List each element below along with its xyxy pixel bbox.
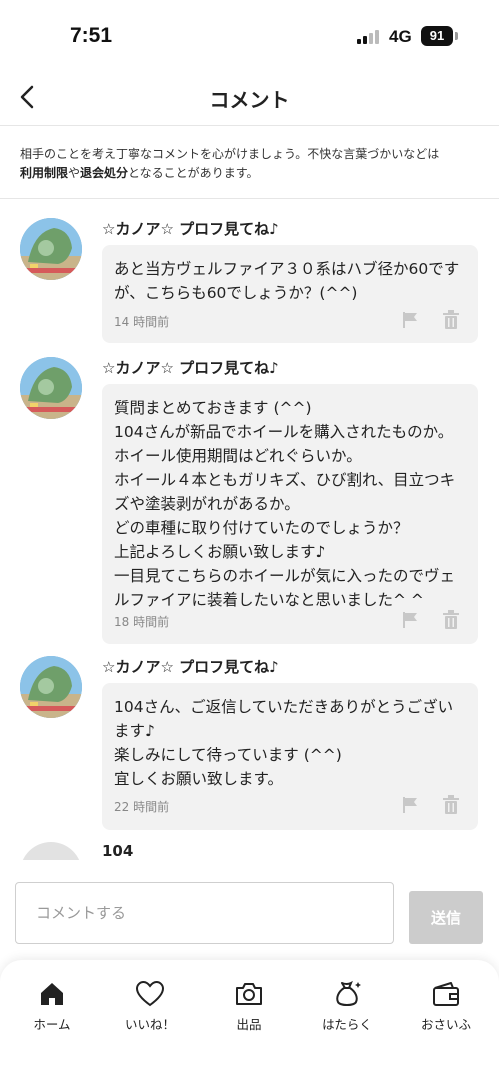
tab-wallet[interactable]: おさいふ	[401, 980, 491, 1040]
comment-item: ☆カノア☆ プロフ見てね♪ 質問まとめておきます (^^) 104さんが新品でホ…	[0, 357, 499, 647]
page-title: コメント	[209, 88, 290, 112]
comment-time: 22 時間前	[114, 800, 170, 814]
notice-line-1: 相手のことを考え丁寧なコメントを心がけましょう。不快な言葉づかいなどは	[20, 147, 440, 161]
usage-restriction-text: 利用制限	[20, 166, 69, 180]
navigation-bar: コメント	[0, 70, 499, 126]
signal-icon	[357, 29, 381, 44]
status-time: 7:51	[70, 24, 113, 47]
comment-text: 質問まとめておきます (^^) 104さんが新品でホイールを購入されたものか。 …	[114, 399, 456, 609]
tab-label: はたらく	[322, 1017, 372, 1032]
avatar[interactable]	[20, 656, 82, 718]
comment-bubble: 104さん、ご返信していただきありがとうございます♪ 楽しみにして待っています …	[102, 683, 478, 830]
status-bar: 7:51 4G 91	[0, 0, 499, 70]
tab-work[interactable]: はたらく	[302, 980, 392, 1040]
send-button[interactable]: 送信	[409, 891, 483, 944]
heart-icon	[135, 980, 165, 1007]
comment-time: 14 時間前	[114, 315, 170, 329]
comment-bubble: あと当方ヴェルファイア３０系はハブ径か60ですが、こちらも60でしょうか？(^^…	[102, 245, 478, 343]
tab-home[interactable]: ホーム	[7, 980, 97, 1040]
delete-button[interactable]	[442, 610, 460, 630]
tab-label: おさいふ	[420, 1017, 471, 1032]
comment-list[interactable]: ☆カノア☆ プロフ見てね♪ あと当方ヴェルファイア３０系はハブ径か60ですが、こ…	[0, 200, 499, 860]
commenter-name: ☆カノア☆ プロフ見てね♪	[102, 220, 279, 238]
wallet-icon	[433, 982, 459, 1006]
tab-label: 出品	[236, 1017, 262, 1032]
delete-button[interactable]	[442, 795, 460, 815]
account-termination-text: 退会処分	[80, 166, 129, 180]
money-bag-icon	[336, 980, 361, 1006]
comment-bubble: 質問まとめておきます (^^) 104さんが新品でホイールを購入されたものか。 …	[102, 384, 478, 644]
tab-label: ホーム	[33, 1017, 71, 1032]
trash-icon	[443, 795, 459, 814]
avatar[interactable]	[20, 218, 82, 280]
comment-composer: 送信	[0, 860, 499, 960]
flag-icon	[403, 312, 417, 328]
report-button[interactable]	[402, 311, 420, 329]
tab-label: いいね！	[124, 1017, 175, 1032]
home-icon	[41, 983, 63, 1005]
comment-text: あと当方ヴェルファイア３０系はハブ径か60ですが、こちらも60でしょうか？(^^…	[114, 260, 460, 302]
report-button[interactable]	[402, 796, 420, 814]
flag-icon	[403, 612, 417, 628]
notice-conjunction: や	[68, 166, 81, 180]
comment-guideline-notice: 相手のことを考え丁寧なコメントを心がけましょう。不快な言葉づかいなどは 利用制限…	[0, 127, 499, 199]
comment-item: ☆カノア☆ プロフ見てね♪ 104さん、ご返信していただきありがとうございます♪…	[0, 656, 499, 836]
report-button[interactable]	[402, 611, 420, 629]
delete-button[interactable]	[442, 310, 460, 330]
commenter-name: ☆カノア☆ プロフ見てね♪	[102, 658, 279, 676]
commenter-name: 104	[102, 842, 134, 860]
notice-tail: となることがあります。	[128, 166, 259, 180]
flag-icon	[403, 797, 417, 813]
tab-likes[interactable]: いいね！	[105, 980, 195, 1040]
bottom-tab-bar: ホーム いいね！ 出品 はたらく おさいふ	[0, 960, 499, 1080]
comment-time: 18 時間前	[114, 615, 170, 629]
battery-level: 91	[421, 26, 453, 46]
network-type: 4G	[389, 27, 412, 46]
comment-text: 104さん、ご返信していただきありがとうございます♪ 楽しみにして待っています …	[114, 698, 454, 788]
avatar[interactable]	[20, 842, 82, 860]
trash-icon	[443, 610, 459, 629]
comment-item: ☆カノア☆ プロフ見てね♪ あと当方ヴェルファイア３０系はハブ径か60ですが、こ…	[0, 218, 499, 348]
comment-item: 104	[0, 842, 499, 860]
commenter-name: ☆カノア☆ プロフ見てね♪	[102, 359, 279, 377]
camera-icon	[236, 983, 262, 1005]
avatar[interactable]	[20, 357, 82, 419]
battery-icon	[455, 32, 458, 40]
comment-input[interactable]	[15, 882, 394, 944]
notice-line-2: 利用制限や退会処分となることがあります。	[20, 164, 479, 183]
trash-icon	[443, 310, 459, 329]
tab-sell[interactable]: 出品	[204, 980, 294, 1040]
